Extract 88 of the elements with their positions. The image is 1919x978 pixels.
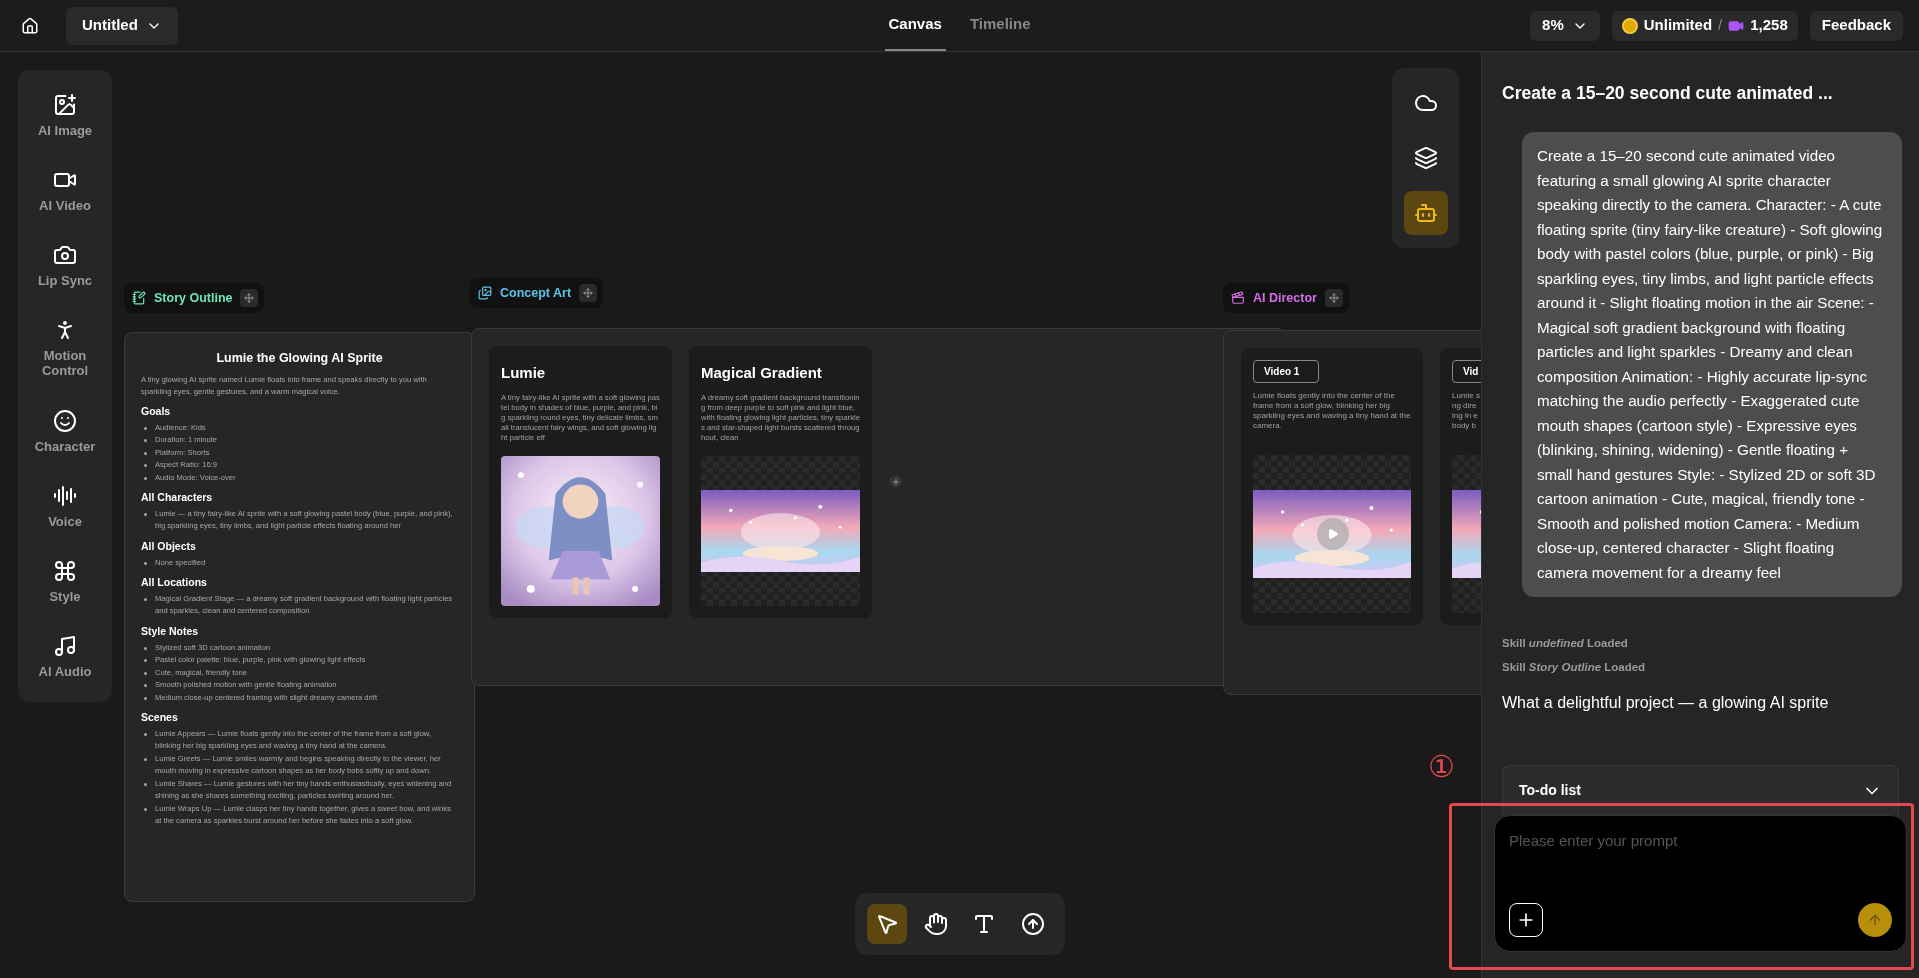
video-description: Lumie s <box>1452 391 1481 401</box>
card-title: Magical Gradient <box>701 363 823 383</box>
notebook-icon <box>132 291 146 305</box>
sidebar-item[interactable]: AI Image <box>21 93 109 139</box>
bullet-icon <box>144 464 147 467</box>
sound-wave-icon <box>53 483 77 508</box>
send-button[interactable] <box>1858 903 1892 937</box>
coin-icon <box>1621 17 1638 34</box>
section-heading: Style Notes <box>141 623 200 639</box>
tool-button[interactable] <box>867 904 908 944</box>
section-heading: Goals <box>141 403 172 419</box>
upload-icon <box>1020 912 1045 936</box>
bullet-icon <box>144 684 147 687</box>
command-icon <box>53 558 77 583</box>
bullet-icon <box>144 696 147 700</box>
bullet-icon <box>144 451 147 455</box>
layers-icon <box>1413 146 1438 170</box>
video-button[interactable]: Video 1 <box>1253 360 1319 383</box>
images-icon <box>478 286 492 300</box>
zoom-dropdown[interactable]: 8% <box>1530 10 1600 41</box>
video-description: ing in e <box>1452 411 1479 421</box>
video-card[interactable]: Video 1 Lumie floats gently into the center of the frame from a soft glow, blinking her big sparkling eyes and waving a tiny hand at the camera. <box>1241 348 1423 625</box>
section-heading: All Locations <box>141 575 208 590</box>
canvas-tool-button[interactable] <box>1403 190 1448 235</box>
bullet-icon <box>144 426 147 430</box>
project-dropdown[interactable]: Untitled <box>66 6 178 45</box>
section-heading: All Objects <box>141 538 197 554</box>
sidebar-item[interactable]: Voice <box>21 483 109 529</box>
section-heading: All Characters <box>141 490 214 505</box>
music-note-icon <box>53 633 77 658</box>
node-label[interactable]: Concept Art <box>470 278 604 308</box>
clapperboard-icon <box>1231 291 1245 305</box>
bullet-icon <box>144 512 147 516</box>
video-credits-text: 1,258 <box>1750 15 1788 36</box>
bullet-icon <box>144 757 147 761</box>
sidebar-item[interactable]: Lip Sync <box>21 243 109 289</box>
move-handle[interactable] <box>1324 289 1343 307</box>
chat-title: Create a 15–20 second cute animated ... <box>1502 82 1834 105</box>
sidebar-item[interactable]: AI Audio <box>21 633 109 679</box>
concept-card[interactable] <box>689 346 872 618</box>
sidebar-item[interactable]: Style <box>21 558 109 604</box>
video-description: ng dire <box>1452 401 1478 411</box>
card-title: Lumie <box>501 363 547 383</box>
separator-text: / <box>1718 15 1723 36</box>
feedback-button[interactable]: Feedback <box>1809 10 1903 41</box>
concept-card[interactable] <box>489 346 672 618</box>
bullet-icon <box>144 732 147 736</box>
credits-text: Unlimited <box>1643 15 1713 36</box>
hand-icon <box>923 912 948 936</box>
skill-status: Skill Story Outline Loaded <box>1502 659 1647 675</box>
face-icon <box>53 408 77 433</box>
sidebar-item[interactable]: Motion Control <box>21 318 109 379</box>
annotation-marker: ① <box>1428 752 1455 782</box>
bullet-icon <box>144 659 147 662</box>
bullet-icon <box>144 561 147 565</box>
section-heading: Scenes <box>141 710 179 725</box>
video-card[interactable]: Vid Lumie s ng dire ing in e body b <box>1440 348 1481 625</box>
move-icon <box>244 293 255 303</box>
skill-status: Skill undefined Loaded <box>1502 636 1629 652</box>
todo-dropdown[interactable]: To-do list <box>1502 765 1899 815</box>
video-description: body b <box>1452 421 1478 431</box>
play-icon <box>1327 528 1339 540</box>
add-attachment-button[interactable] <box>1509 903 1543 937</box>
bullet-icon <box>144 439 147 442</box>
bullet-icon <box>144 671 147 675</box>
sidebar-item[interactable]: Character <box>21 408 109 454</box>
move-handle[interactable] <box>240 289 259 307</box>
outline-title: Lumie the Glowing AI Sprite <box>215 350 384 367</box>
image-icon <box>53 93 77 118</box>
move-handle[interactable] <box>579 284 598 302</box>
move-icon <box>583 288 594 298</box>
view-tab[interactable]: Canvas <box>884 0 946 51</box>
prompt-field[interactable]: Please enter your prompt <box>1509 830 1892 853</box>
assistant-reply: What a delightful project — a glowing AI sprite <box>1502 692 1830 713</box>
video-description: Lumie floats gently into the center of the frame from a soft glow, blinking her big sparkling eyes and waving a tiny hand at the camera. <box>1253 391 1411 431</box>
move-icon <box>1328 293 1339 303</box>
node-label[interactable]: Story Outline <box>124 283 265 313</box>
pointer-icon <box>875 912 900 936</box>
bullet-icon <box>144 807 147 811</box>
home-icon <box>21 16 39 35</box>
view-tab[interactable]: Timeline <box>965 0 1035 51</box>
bullet-icon <box>144 646 147 650</box>
bullet-icon <box>144 597 147 601</box>
bullet-icon <box>144 476 147 480</box>
bullet-icon <box>144 782 147 786</box>
node-label[interactable]: AI Director <box>1223 283 1349 313</box>
prompt-bubble: Create a 15–20 second cute animated video featuring a small glowing AI sprite character speaking directly to the camera. Character: - A cute floating sprite (tiny fairy-like creature) - Soft glowing body with pastel colors (blue, purple, or pink) - Big sparkling eyes, tiny limbs, and light particle effects around it - Slight floating motion in the air Scene: - Magical soft gradient background with floating particles and light sparkles - Dreamy and clean composition Animation: - Highly accurate lip-sync matching the audio perfectly - Exaggerated cute mouth shapes (cartoon style) - Expressive eyes (blinking, shining, widening) - Gentle floating + small hand gestures Style: - Stylized 2D or soft 3D cartoon animation - Cute, magical, friendly tone - Smooth and polished motion Camera: - Medium close-up, centered character - Slight floating camera movement for a dreamy feel <box>1522 132 1902 598</box>
sidebar-item[interactable]: AI Video <box>21 168 109 214</box>
